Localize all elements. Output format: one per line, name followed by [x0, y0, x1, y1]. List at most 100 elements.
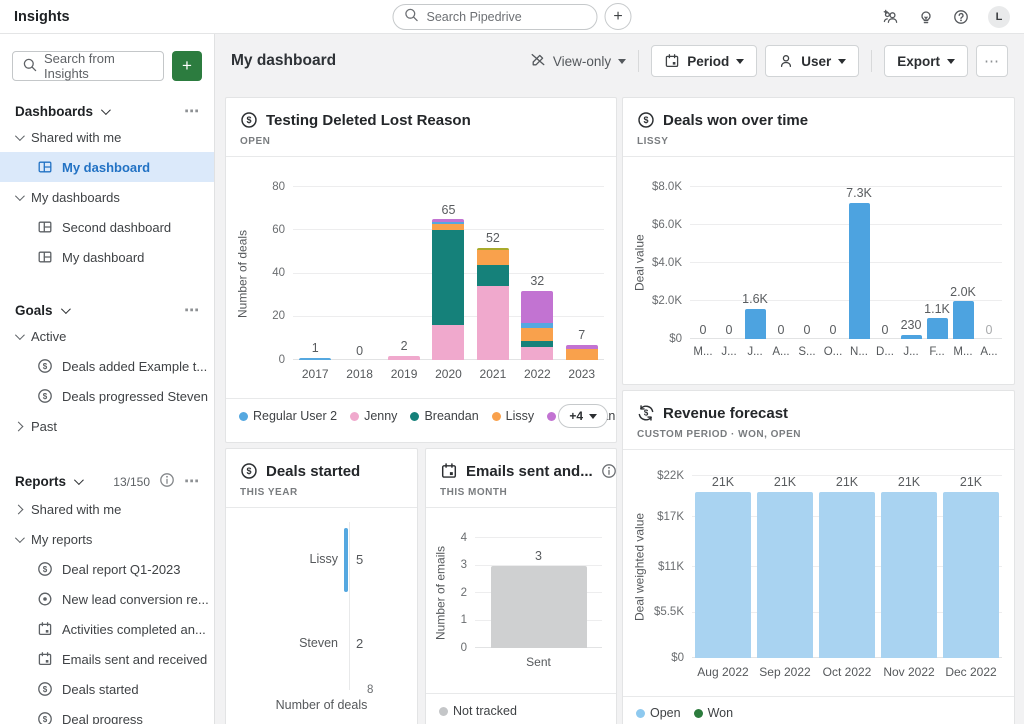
bar-2020[interactable] [432, 219, 464, 360]
chevron-down-icon [838, 59, 846, 64]
section-header-dashboards[interactable]: Dashboards⋯ [0, 101, 214, 122]
bar-m[interactable] [953, 301, 974, 339]
create-new-button[interactable]: + [172, 51, 202, 81]
bar-value-label: 65 [442, 204, 456, 217]
sidebar-item-deals-started[interactable]: $Deals started [0, 674, 214, 704]
bar-2019[interactable] [388, 356, 420, 360]
bar-value-label: 21K [836, 476, 858, 489]
sidebar-item-my-dashboard[interactable]: My dashboard [0, 242, 214, 272]
section-header-reports[interactable]: Reports13/150⋯ [0, 469, 214, 494]
bar-j[interactable] [745, 309, 766, 339]
bar-sep-2022[interactable] [757, 492, 813, 659]
sidebar-item-activities-completed-an[interactable]: Activities completed an... [0, 614, 214, 644]
deal-dollar-icon: $ [240, 462, 258, 480]
legend-dot [694, 709, 703, 718]
global-search-input[interactable]: Search Pipedrive [393, 4, 598, 30]
bar-2021[interactable] [477, 248, 509, 360]
x-tick-label: D... [872, 346, 898, 358]
sidebar-item-shared-with-me[interactable]: Shared with me [0, 494, 214, 524]
bar-nov-2022[interactable] [881, 492, 937, 659]
y-tick-label: 1 [461, 615, 467, 627]
help-icon[interactable] [953, 9, 969, 25]
user-avatar[interactable]: L [988, 6, 1010, 28]
x-tick-label: J... [742, 346, 768, 358]
bar-value-label: 7 [578, 329, 585, 342]
bar-value-label: 21K [712, 476, 734, 489]
period-filter-button[interactable]: Period [651, 45, 757, 77]
sidebar-item-label: Deals added Example t... [62, 359, 207, 374]
bar-value-label: 0 [778, 324, 785, 337]
sidebar-item-deals-progressed-steven[interactable]: $Deals progressed Steven [0, 381, 214, 411]
legend-item-not-tracked[interactable]: Not tracked [439, 704, 517, 718]
sidebar-item-emails-sent-and-received[interactable]: Emails sent and received [0, 644, 214, 674]
sidebar-item-active[interactable]: Active [0, 321, 214, 351]
export-button[interactable]: Export [884, 45, 968, 77]
section-more-button[interactable]: ⋯ [184, 303, 200, 318]
legend-more-button[interactable]: +4 [558, 404, 608, 428]
user-filter-button[interactable]: User [765, 45, 859, 77]
legend-item-lissy[interactable]: Lissy [492, 409, 534, 423]
bar-segment [491, 566, 587, 649]
legend-dot [547, 412, 556, 421]
dashboard-grid: $ Testing Deleted Lost Reason OPEN Numbe… [215, 88, 1024, 724]
bar-chart: Number of emails012343Sent [426, 508, 616, 693]
legend-label: Breandan [424, 409, 478, 423]
bar-sent[interactable] [491, 566, 587, 649]
legend-item-breandan[interactable]: Breandan [410, 409, 478, 423]
bar-n[interactable] [849, 203, 870, 340]
bar-2022[interactable] [521, 291, 553, 360]
section-header-goals[interactable]: Goals⋯ [0, 300, 214, 321]
section-more-button[interactable]: ⋯ [184, 474, 200, 489]
sidebar-item-past[interactable]: Past [0, 411, 214, 441]
legend-item-won[interactable]: Won [694, 706, 733, 720]
sidebar-item-label: My reports [31, 532, 92, 547]
sidebar-item-deal-report-q1-2023[interactable]: $Deal report Q1-2023 [0, 554, 214, 584]
bar-aug-2022[interactable] [695, 492, 751, 659]
legend-item-regular-user-2[interactable]: Regular User 2 [239, 409, 337, 423]
svg-text:$: $ [644, 409, 649, 418]
chevron-down-icon [736, 59, 744, 64]
quick-add-button[interactable]: + [605, 3, 632, 30]
card-title[interactable]: Testing Deleted Lost Reason [266, 112, 471, 129]
sidebar-item-deal-progress[interactable]: $Deal progress [0, 704, 214, 724]
card-title[interactable]: Deals won over time [663, 112, 808, 129]
x-tick-label: 2018 [337, 367, 381, 381]
info-icon[interactable] [159, 472, 175, 491]
info-icon[interactable] [601, 463, 617, 479]
sidebar-item-my-dashboards[interactable]: My dashboards [0, 182, 214, 212]
invite-users-icon[interactable] [883, 9, 899, 25]
calendar-icon [37, 651, 53, 667]
bar-value-label: 3 [535, 550, 542, 563]
card-deals-started: $ Deals started THIS YEAR Lissy5Steven28… [225, 448, 418, 724]
view-only-dropdown[interactable]: View-only [530, 52, 626, 71]
section-more-button[interactable]: ⋯ [184, 104, 200, 119]
svg-text:$: $ [246, 115, 251, 125]
bar-j[interactable] [901, 335, 922, 339]
sidebar-item-my-reports[interactable]: My reports [0, 524, 214, 554]
sidebar-item-new-lead-conversion-re[interactable]: New lead conversion re... [0, 584, 214, 614]
sidebar-item-shared-with-me[interactable]: Shared with me [0, 122, 214, 152]
bar-2017[interactable] [299, 358, 331, 360]
legend-item-jenny[interactable]: Jenny [350, 409, 397, 423]
bar-lissy[interactable] [344, 528, 348, 592]
card-title[interactable]: Revenue forecast [663, 405, 788, 422]
sidebar-search-input[interactable]: Search from Insights [12, 51, 164, 81]
y-tick-label: 40 [272, 268, 285, 280]
sidebar-item-my-dashboard[interactable]: My dashboard [0, 152, 214, 182]
sidebar-item-deals-added-example-t[interactable]: $Deals added Example t... [0, 351, 214, 381]
pencil-slash-icon [530, 52, 546, 71]
bar-oct-2022[interactable] [819, 492, 875, 659]
legend-item-open[interactable]: Open [636, 706, 681, 720]
bar-f[interactable] [927, 318, 948, 339]
y-tick-label: $8.0K [652, 182, 682, 194]
bar-dec-2022[interactable] [943, 492, 999, 659]
card-title[interactable]: Emails sent and... [466, 463, 593, 480]
more-options-button[interactable]: ⋯ [976, 45, 1008, 77]
sidebar-item-second-dashboard[interactable]: Second dashboard [0, 212, 214, 242]
card-title[interactable]: Deals started [266, 463, 360, 480]
whats-new-icon[interactable] [918, 9, 934, 25]
x-tick-label: A... [976, 346, 1002, 358]
chevron-right-icon [14, 504, 24, 514]
bar-segment [521, 291, 553, 323]
bar-2023[interactable] [566, 345, 598, 360]
